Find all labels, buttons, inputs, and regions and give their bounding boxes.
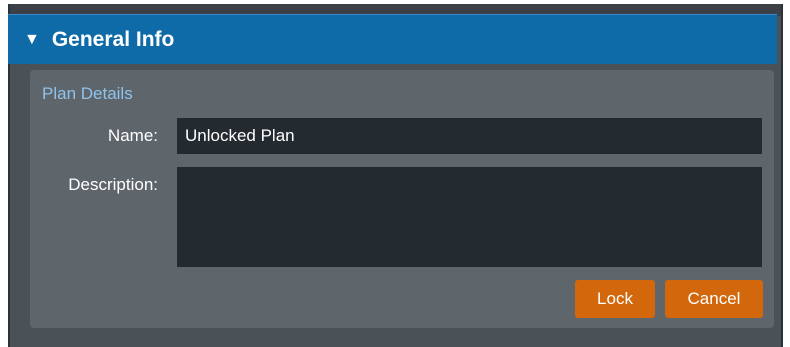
name-field[interactable] xyxy=(177,118,762,154)
section-title: General Info xyxy=(51,27,175,51)
cancel-button[interactable]: Cancel xyxy=(665,280,763,318)
lock-button[interactable]: Lock xyxy=(575,280,655,318)
panel-title: Plan Details xyxy=(42,84,133,103)
caret-down-icon[interactable]: ▼ xyxy=(24,31,40,49)
name-label: Name: xyxy=(107,126,158,145)
description-field[interactable] xyxy=(177,167,762,267)
general-info-header[interactable]: ▼ General Info xyxy=(8,14,777,64)
description-label: Description: xyxy=(68,175,158,194)
plan-details-panel: Plan Details Name: Description: Lock Can… xyxy=(30,70,774,328)
